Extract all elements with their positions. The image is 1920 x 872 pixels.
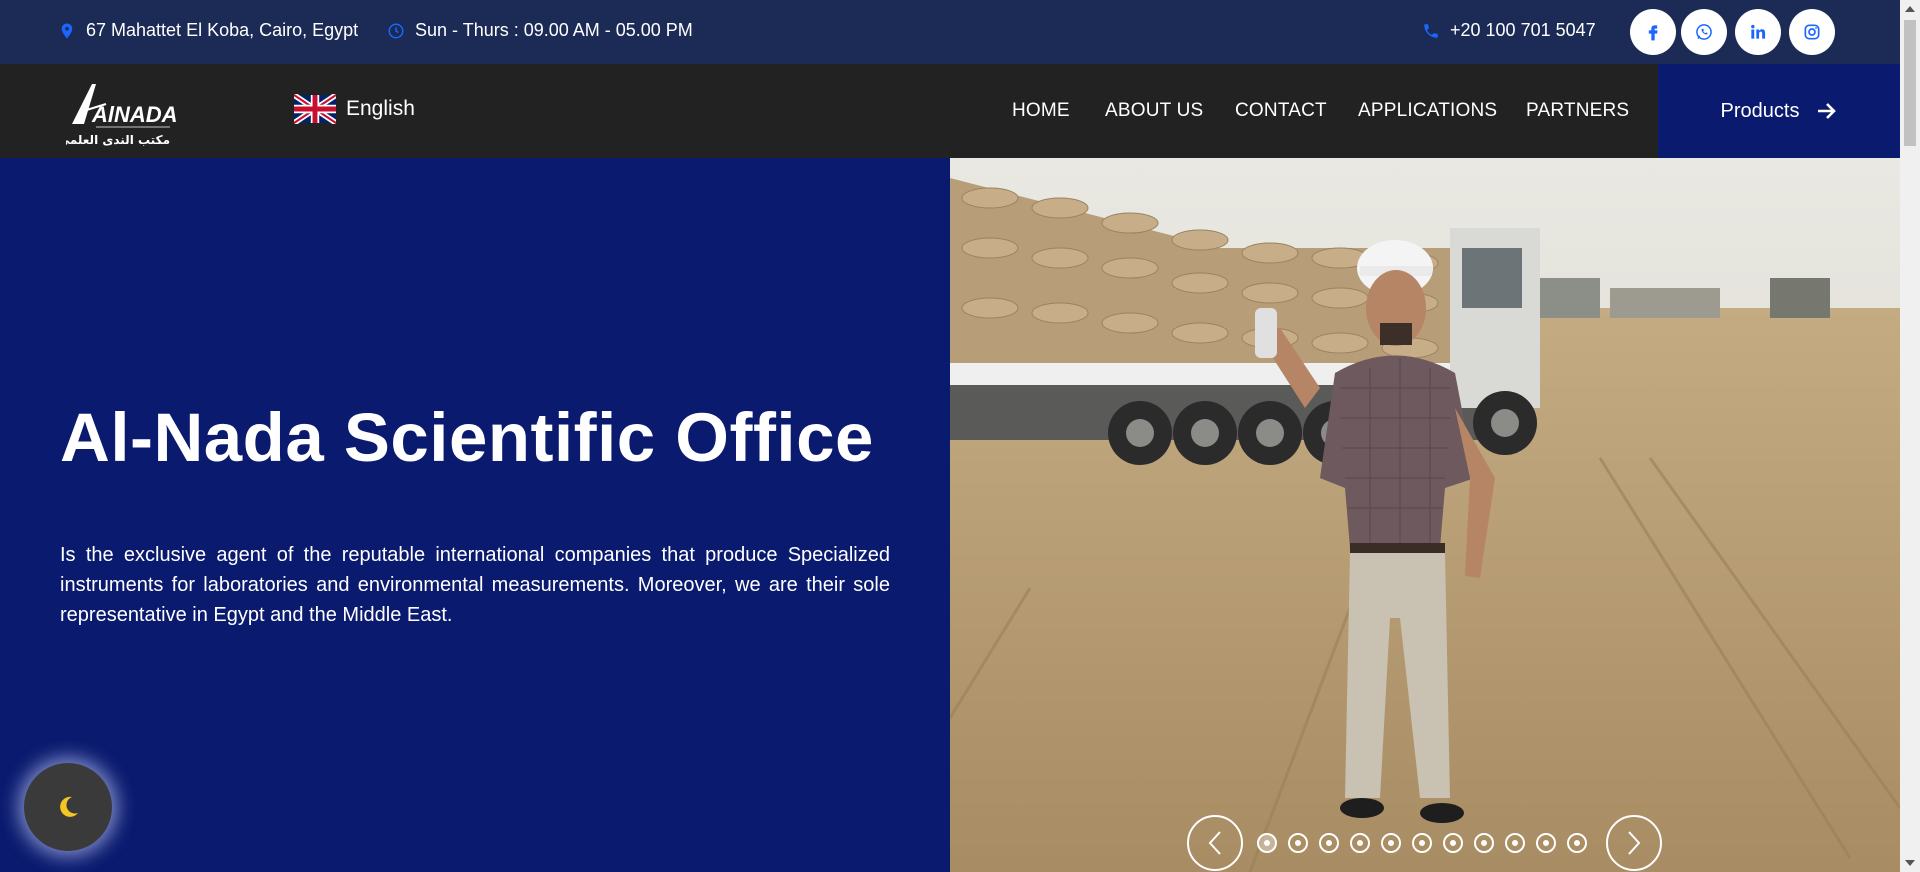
chevron-left-icon (1208, 831, 1221, 855)
top-info-bar: 67 Mahattet El Koba, Cairo, Egypt Sun - … (0, 0, 1900, 64)
hours-text: Sun - Thurs : 09.00 AM - 05.00 PM (415, 20, 693, 40)
whatsapp-button[interactable] (1681, 9, 1727, 55)
slider-dot[interactable] (1443, 833, 1463, 853)
hero-text-panel: Al-Nada Scientific Office Is the exclusi… (0, 158, 950, 872)
slider-dot[interactable] (1536, 833, 1556, 853)
products-button[interactable]: Products (1658, 64, 1900, 158)
nav-contact[interactable]: CONTACT (1235, 100, 1327, 122)
language-label: English (346, 97, 415, 120)
logo-wordmark: AlNADA (91, 102, 176, 127)
uk-flag-icon (294, 94, 336, 124)
phone-icon (1424, 23, 1438, 38)
scroll-down-arrow-icon[interactable] (1905, 860, 1915, 866)
main-navbar: AlNADA مكتب الندى العلمي English HOME AB… (0, 64, 1900, 158)
linkedin-icon (1751, 24, 1766, 39)
hero-description: Is the exclusive agent of the reputable … (60, 544, 890, 626)
slider-prev-button[interactable] (1187, 815, 1243, 871)
page-scrollbar[interactable] (1900, 0, 1920, 872)
facebook-icon (1648, 25, 1658, 41)
arrow-right-icon (1818, 103, 1837, 119)
hero-title: Al-Nada Scientific Office (60, 399, 874, 476)
instagram-icon (1804, 24, 1820, 40)
nav-about-us[interactable]: ABOUT US (1105, 100, 1203, 122)
slider-dot[interactable] (1381, 833, 1401, 853)
slider-dot[interactable] (1505, 833, 1525, 853)
nav-applications[interactable]: APPLICATIONS (1358, 100, 1497, 122)
logo-arabic: مكتب الندى العلمي (66, 133, 170, 147)
slider-next-button[interactable] (1606, 815, 1662, 871)
slider-dot[interactable] (1288, 833, 1308, 853)
dark-mode-toggle[interactable] (24, 763, 112, 851)
clock-icon (388, 23, 404, 38)
slider-dot[interactable] (1567, 833, 1587, 853)
products-label: Products (1720, 99, 1800, 122)
location-pin-icon (61, 23, 73, 38)
nav-partners[interactable]: PARTNERS (1526, 100, 1629, 122)
address-info: 67 Mahattet El Koba, Cairo, Egypt (58, 20, 358, 41)
moon-icon (60, 796, 78, 817)
phone-info[interactable]: +20 100 701 5047 (1422, 20, 1596, 41)
hero-slide-image (950, 158, 1900, 872)
address-text: 67 Mahattet El Koba, Cairo, Egypt (86, 20, 359, 40)
linkedin-button[interactable] (1735, 9, 1781, 55)
slider-dot[interactable] (1350, 833, 1370, 853)
slider-dot[interactable] (1474, 833, 1494, 853)
instagram-button[interactable] (1789, 9, 1835, 55)
al-nada-logo[interactable]: AlNADA مكتب الندى العلمي (66, 74, 176, 152)
whatsapp-icon (1696, 24, 1712, 40)
slider-dot[interactable] (1319, 833, 1339, 853)
nav-home[interactable]: HOME (1012, 100, 1070, 122)
phone-text: +20 100 701 5047 (1450, 20, 1596, 40)
slider-dot[interactable] (1257, 833, 1277, 853)
scroll-thumb[interactable] (1904, 20, 1916, 146)
slider-dot[interactable] (1412, 833, 1432, 853)
chevron-right-icon (1628, 831, 1641, 855)
language-selector[interactable]: English (294, 94, 415, 124)
hero-photo (950, 158, 1900, 872)
facebook-button[interactable] (1630, 9, 1676, 55)
hours-info: Sun - Thurs : 09.00 AM - 05.00 PM (387, 20, 693, 41)
scroll-up-arrow-icon[interactable] (1905, 6, 1915, 12)
